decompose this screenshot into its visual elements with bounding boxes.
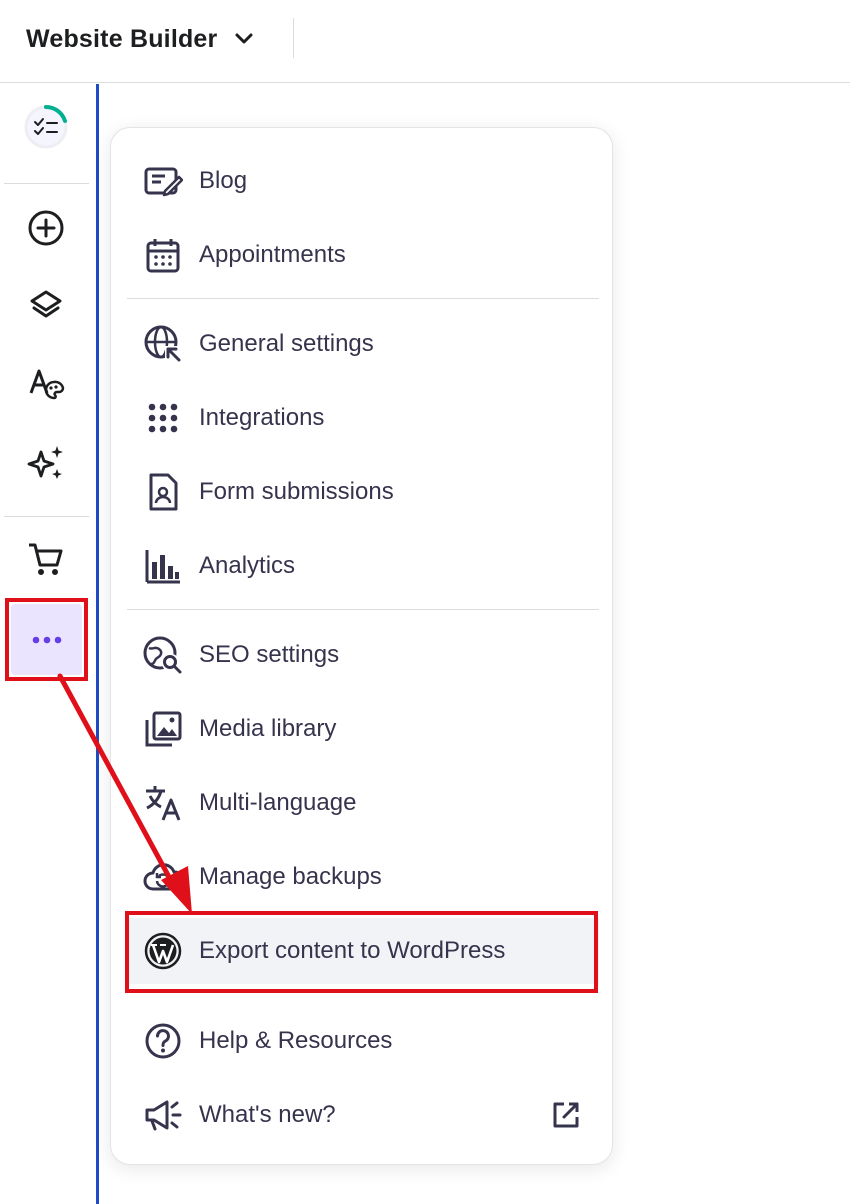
menu-item-label: Analytics	[199, 552, 296, 579]
menu-item-label: Manage backups	[199, 863, 382, 890]
menu-item-label: Help & Resources	[199, 1027, 393, 1054]
menu-item-form-submissions[interactable]: Form submissions	[127, 459, 599, 525]
menu-item-label: Media library	[199, 715, 337, 742]
globe-settings-icon	[143, 324, 183, 364]
image-library-icon	[143, 709, 183, 749]
translate-icon	[143, 783, 183, 823]
typography-palette-icon[interactable]	[20, 358, 72, 410]
add-circle-icon[interactable]	[20, 202, 72, 254]
form-user-icon	[143, 472, 183, 512]
menu-item-label: SEO settings	[199, 641, 340, 668]
menu-item-media-library[interactable]: Media library	[127, 696, 599, 762]
menu-item-label: Form submissions	[199, 478, 394, 505]
chevron-down-icon	[233, 28, 255, 50]
cart-icon[interactable]	[20, 534, 72, 586]
menu-item-label: Integrations	[199, 404, 325, 431]
menu-item-general-settings[interactable]: General settings	[127, 311, 599, 377]
menu-item-blog[interactable]: Blog	[127, 148, 599, 214]
top-bar-divider	[293, 18, 294, 58]
menu-divider	[127, 298, 599, 299]
menu-item-whats-new[interactable]: What's new?	[127, 1082, 599, 1148]
menu-item-multi-language[interactable]: Multi-language	[127, 770, 599, 836]
menu-item-integrations[interactable]: Integrations	[127, 385, 599, 451]
menu-item-manage-backups[interactable]: Manage backups	[127, 844, 599, 910]
sidebar-divider	[4, 516, 89, 517]
globe-search-icon	[143, 635, 183, 675]
menu-item-label: Multi-language	[199, 789, 357, 816]
more-menu: Blog Appointments General settings Integ…	[110, 127, 613, 1165]
more-button-highlight	[5, 598, 88, 681]
menu-item-label: What's new?	[199, 1101, 336, 1128]
menu-item-label: General settings	[199, 330, 374, 357]
sidebar-divider	[4, 183, 89, 184]
checklist-progress-icon[interactable]	[20, 101, 72, 153]
menu-item-help-resources[interactable]: Help & Resources	[127, 1008, 599, 1074]
blog-edit-icon	[143, 161, 183, 201]
menu-divider	[127, 609, 599, 610]
cloud-backup-icon	[143, 857, 183, 897]
top-bar: Website Builder	[0, 0, 850, 83]
grid-dots-icon	[143, 398, 183, 438]
external-link-icon	[551, 1100, 581, 1130]
layers-icon[interactable]	[20, 280, 72, 332]
export-item-highlight	[125, 911, 598, 993]
bar-chart-icon	[143, 546, 183, 586]
menu-item-label: Blog	[199, 167, 248, 194]
app-switcher[interactable]: Website Builder	[26, 22, 255, 56]
menu-item-label: Appointments	[199, 241, 346, 268]
megaphone-icon	[143, 1095, 183, 1135]
ai-sparkle-icon[interactable]	[20, 437, 72, 489]
app-title: Website Builder	[26, 24, 218, 53]
menu-item-appointments[interactable]: Appointments	[127, 222, 599, 288]
help-circle-icon	[143, 1021, 183, 1061]
menu-item-analytics[interactable]: Analytics	[127, 533, 599, 599]
menu-item-seo-settings[interactable]: SEO settings	[127, 622, 599, 688]
calendar-icon	[143, 235, 183, 275]
sidebar-edge	[96, 84, 99, 1204]
